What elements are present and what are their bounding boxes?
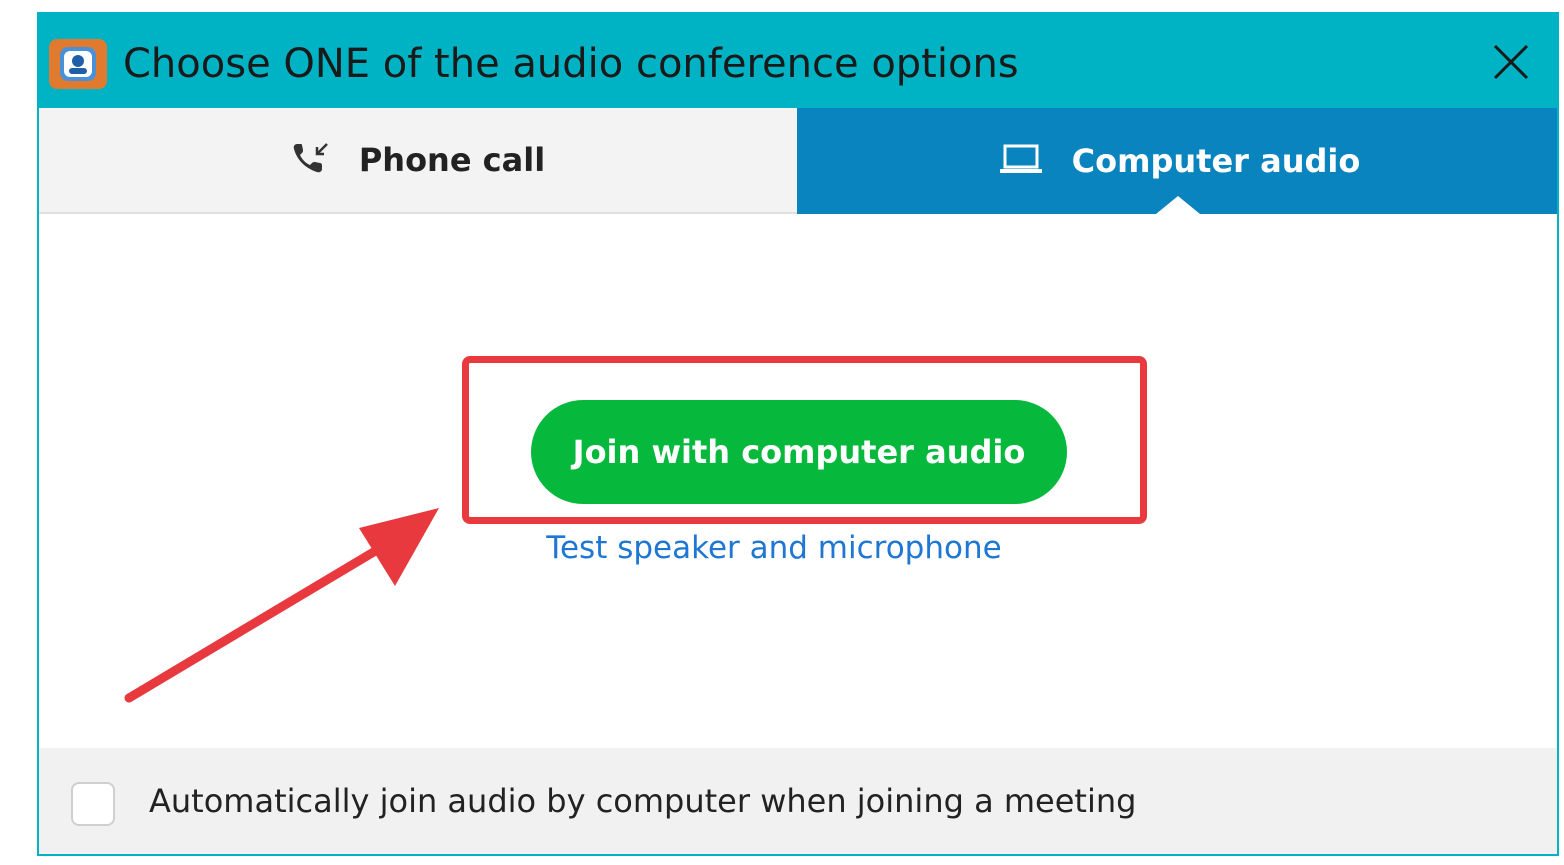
footer-bar: Automatically join audio by computer whe… xyxy=(39,748,1557,854)
annotation-arrow-icon xyxy=(124,508,439,703)
laptop-icon xyxy=(998,143,1044,179)
title-bar: Choose ONE of the audio conference optio… xyxy=(39,14,1557,108)
tab-bar: Phone call Computer audio xyxy=(39,108,1557,214)
active-tab-pointer xyxy=(1156,196,1200,214)
join-computer-audio-button[interactable]: Join with computer audio xyxy=(531,400,1067,504)
app-logo-icon xyxy=(49,39,107,89)
tab-computer-audio-label: Computer audio xyxy=(1071,142,1361,180)
tab-phone-call-label: Phone call xyxy=(358,141,546,179)
computer-audio-panel: Join with computer audio Test speaker an… xyxy=(39,214,1557,748)
audio-options-dialog: Choose ONE of the audio conference optio… xyxy=(37,12,1559,856)
test-link-label: Test speaker and microphone xyxy=(546,530,1002,566)
auto-join-checkbox[interactable] xyxy=(71,782,115,826)
close-icon[interactable] xyxy=(1487,38,1535,86)
auto-join-label[interactable]: Automatically join audio by computer whe… xyxy=(149,782,1136,820)
dialog-title: Choose ONE of the audio conference optio… xyxy=(123,41,1019,87)
phone-incoming-icon xyxy=(291,140,331,180)
tab-phone-call[interactable]: Phone call xyxy=(39,108,797,214)
